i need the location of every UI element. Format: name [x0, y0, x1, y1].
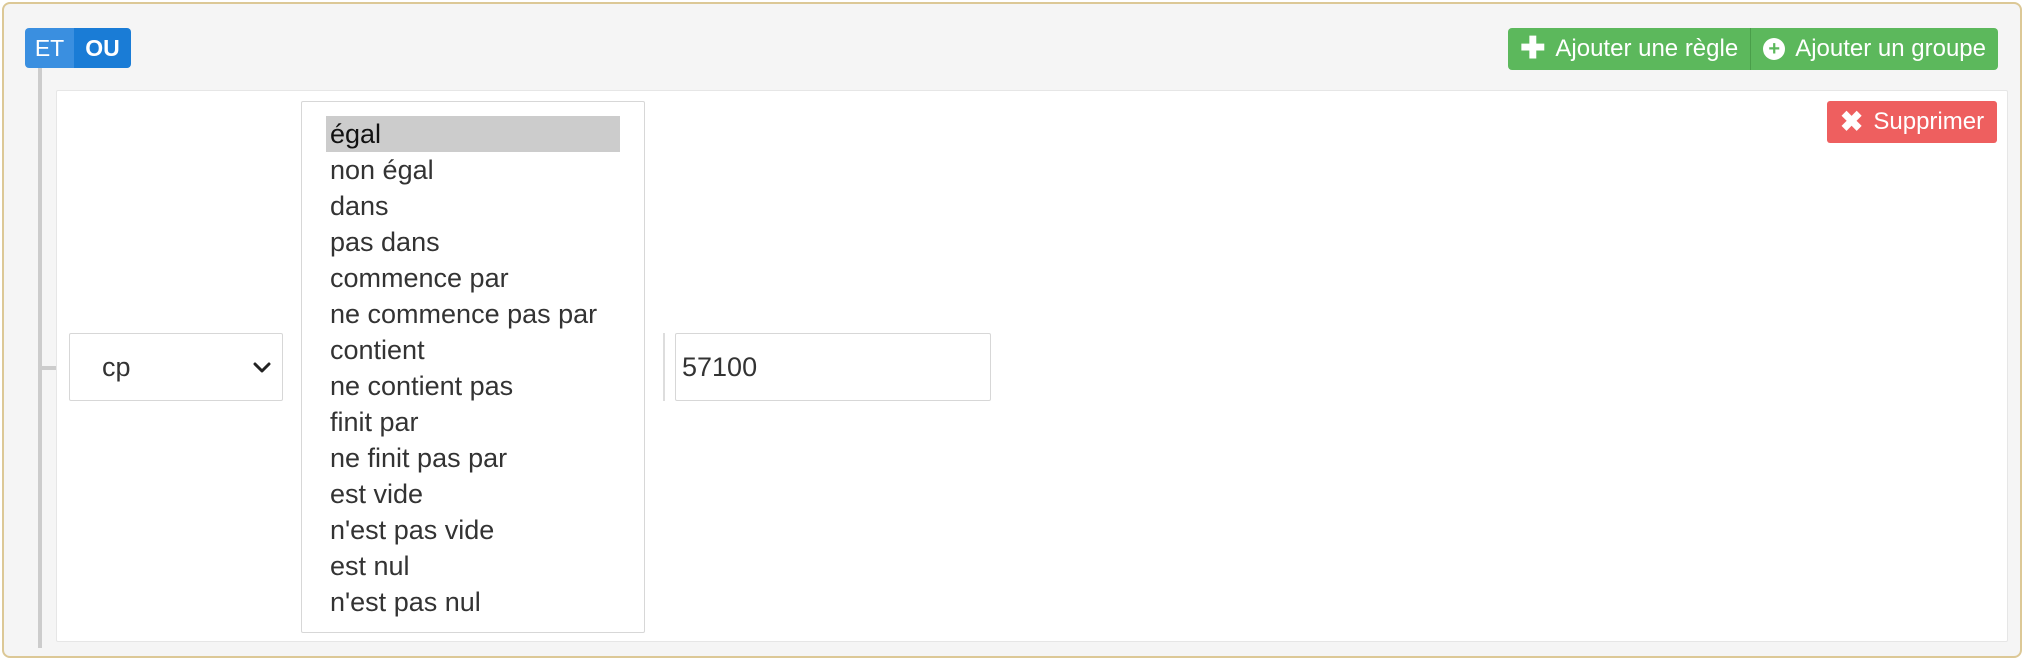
operator-option[interactable]: égal	[326, 116, 620, 152]
operator-option[interactable]: n'est pas vide	[326, 512, 620, 548]
operator-option[interactable]: non égal	[326, 152, 620, 188]
tree-connector-vertical	[38, 68, 42, 648]
circle-plus-icon: +	[1763, 38, 1786, 60]
condition-or-button[interactable]: OU	[74, 28, 131, 68]
rules-group: ET OU ✚ Ajouter une règle + Ajouter un g…	[2, 2, 2022, 658]
operator-option[interactable]: ne commence pas par	[326, 296, 620, 332]
add-rule-label: Ajouter une règle	[1555, 35, 1739, 62]
group-conditions: ET OU	[25, 28, 131, 68]
value-input[interactable]	[675, 333, 991, 401]
add-group-label: Ajouter un groupe	[1795, 35, 1986, 62]
add-group-button[interactable]: + Ajouter un groupe	[1751, 28, 1998, 70]
delete-rule-button[interactable]: ✖ Supprimer	[1827, 101, 1997, 143]
operator-option[interactable]: commence par	[326, 260, 620, 296]
rule-row: cp égal non égal dans pas dans commence par n…	[56, 90, 2008, 642]
operator-select-list[interactable]: égal non égal dans pas dans commence par ne c…	[301, 101, 645, 633]
x-icon: ✖	[1839, 106, 1864, 137]
group-actions: ✚ Ajouter une règle + Ajouter un groupe	[1508, 28, 1998, 70]
operator-option[interactable]: est nul	[326, 548, 620, 584]
operator-option[interactable]: pas dans	[326, 224, 620, 260]
chevron-down-icon	[253, 362, 271, 373]
delete-rule-label: Supprimer	[1873, 108, 1985, 135]
filter-select-value: cp	[102, 351, 131, 382]
condition-and-button[interactable]: ET	[25, 28, 74, 68]
operator-option[interactable]: dans	[326, 188, 620, 224]
operator-option[interactable]: n'est pas nul	[326, 584, 620, 620]
operator-option[interactable]: est vide	[326, 476, 620, 512]
operator-option[interactable]: contient	[326, 332, 620, 368]
value-divider	[663, 333, 665, 401]
operator-option[interactable]: ne contient pas	[326, 368, 620, 404]
plus-icon: ✚	[1520, 32, 1546, 65]
filter-select[interactable]: cp	[69, 333, 283, 401]
add-rule-button[interactable]: ✚ Ajouter une règle	[1508, 28, 1752, 70]
operator-option[interactable]: finit par	[326, 404, 620, 440]
operator-option[interactable]: ne finit pas par	[326, 440, 620, 476]
